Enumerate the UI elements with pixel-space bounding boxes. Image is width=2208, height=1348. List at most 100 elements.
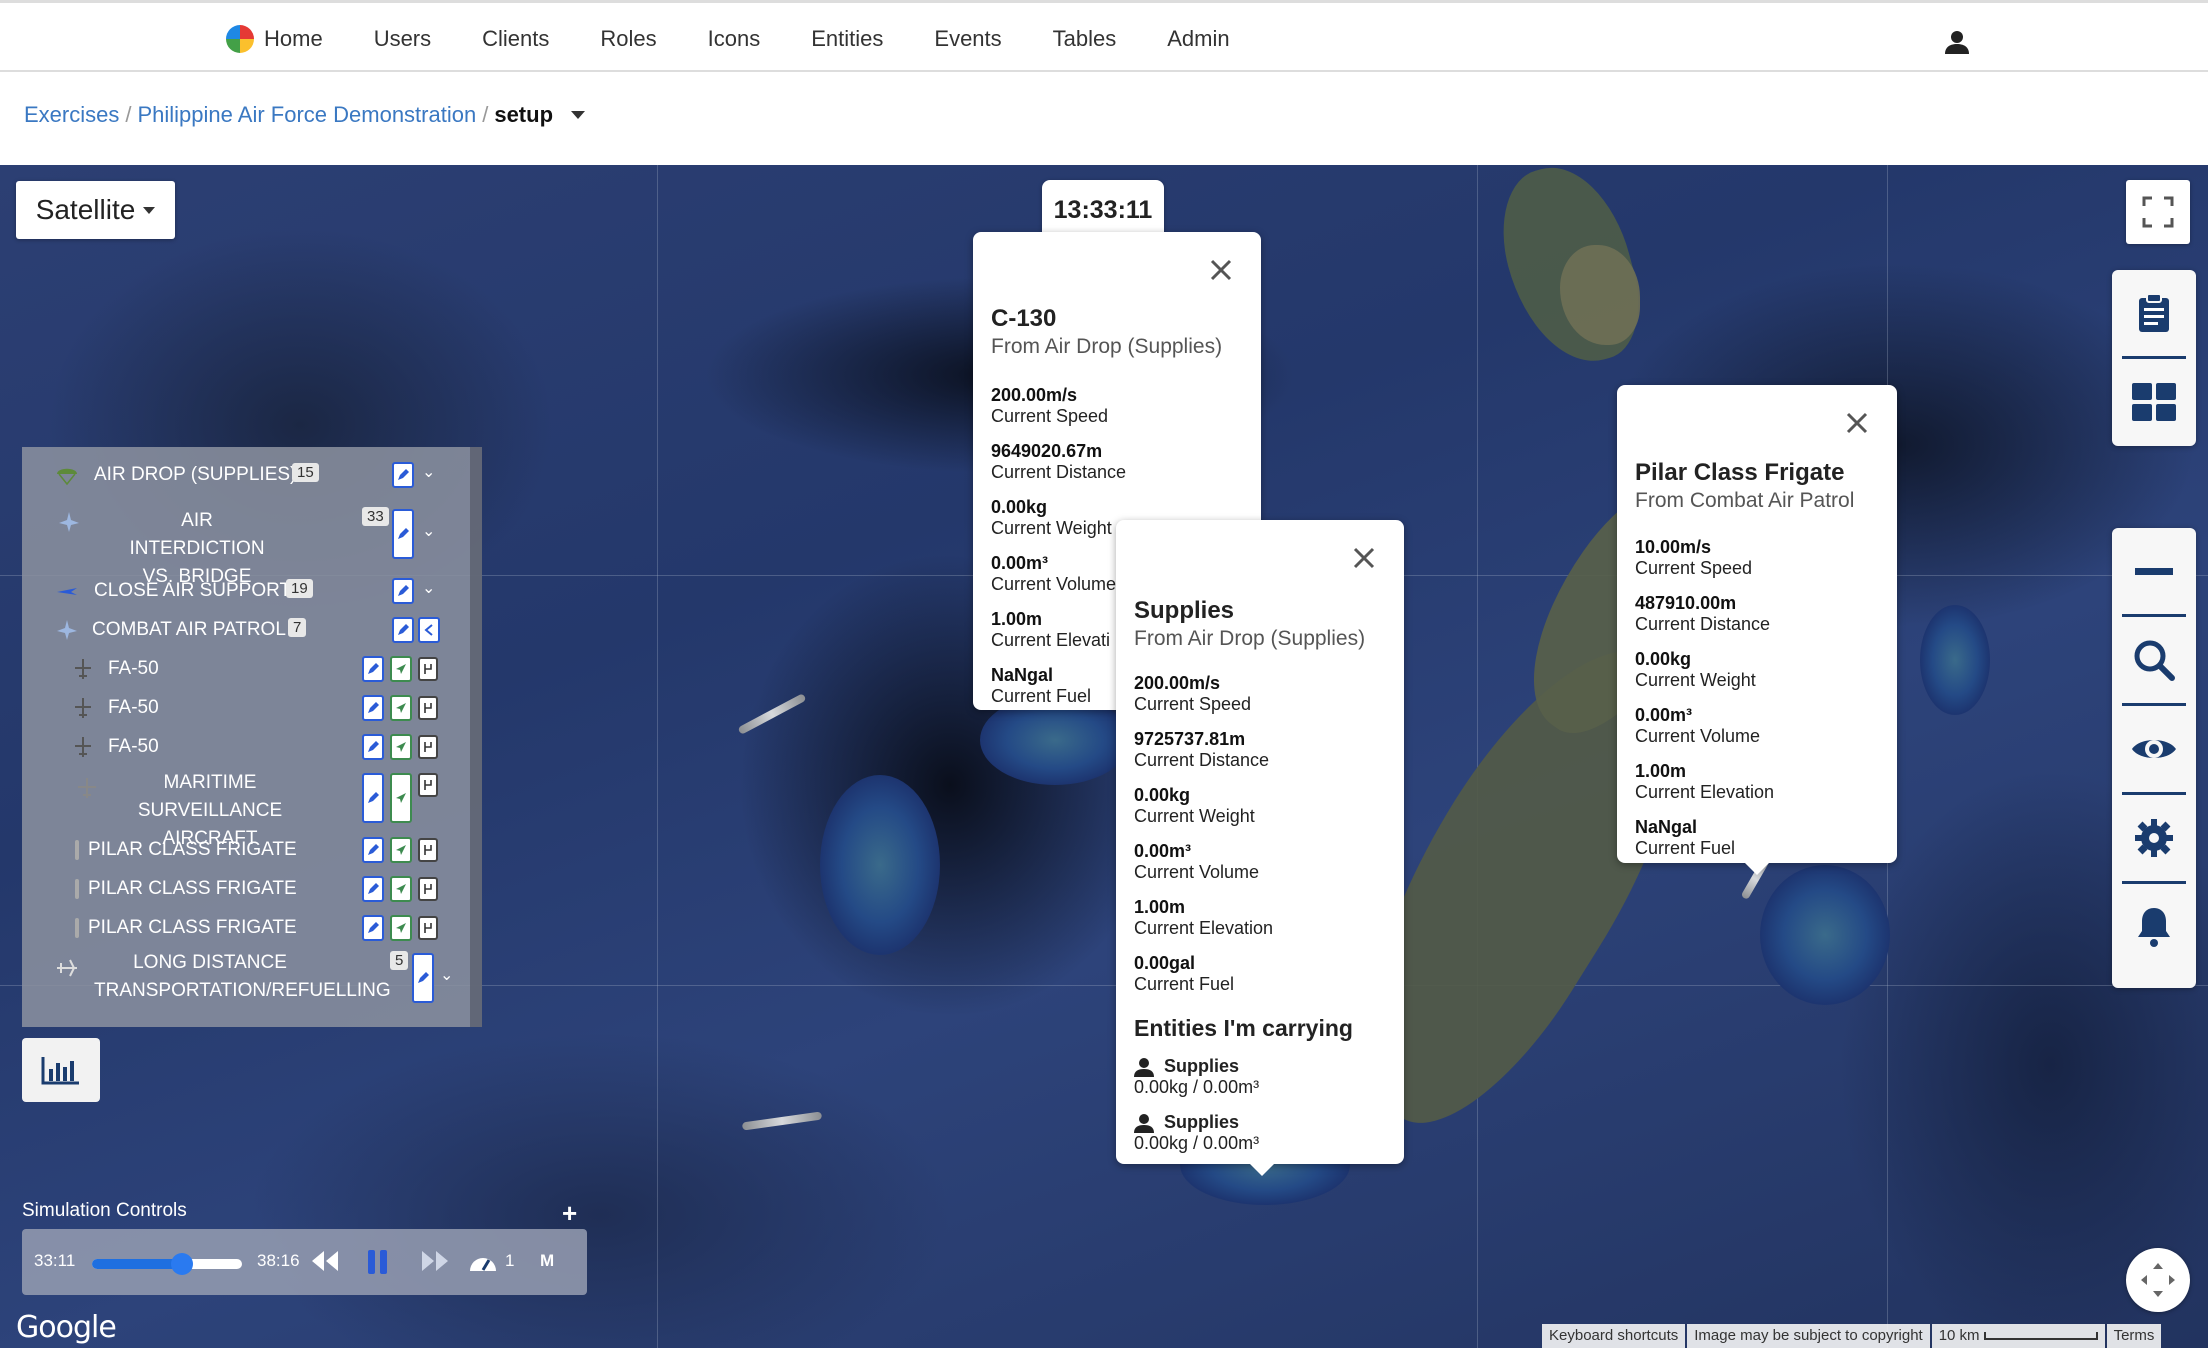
breadcrumb-dropdown-caret-icon[interactable] — [571, 111, 586, 119]
entity-row[interactable]: FA-50 — [22, 651, 462, 687]
statistics-button[interactable] — [22, 1038, 100, 1102]
route-button[interactable] — [390, 695, 412, 721]
edit-button[interactable] — [362, 773, 384, 823]
nav-home[interactable]: Home — [226, 25, 323, 53]
add-icon[interactable]: + — [562, 1198, 577, 1229]
edit-button[interactable] — [392, 509, 414, 559]
layer-group-close-air-support[interactable]: CLOSE AIR SUPPORT 19 ⌄ — [22, 573, 462, 609]
ship-icon — [75, 918, 79, 938]
jet-icon — [57, 588, 77, 595]
route-button[interactable] — [390, 876, 412, 902]
branch-button[interactable] — [418, 877, 438, 901]
layer-group-combat-air-patrol[interactable]: COMBAT AIR PATROL 7 — [22, 612, 462, 648]
breadcrumb-exercises[interactable]: Exercises — [24, 102, 119, 128]
zoom-out-button[interactable] — [2122, 528, 2186, 617]
search-button[interactable] — [2122, 617, 2186, 706]
entity-row[interactable]: MARITIME SURVEILLANCE AIRCRAFT — [22, 769, 462, 849]
dashboard-button[interactable] — [2122, 359, 2186, 445]
close-icon[interactable] — [1845, 411, 1869, 435]
branch-button[interactable] — [418, 916, 438, 940]
ship-marker[interactable] — [741, 1111, 823, 1131]
branch-button[interactable] — [418, 696, 438, 720]
terms-link[interactable]: Terms — [2106, 1324, 2162, 1348]
carrying-heading: Entities I'm carrying — [1134, 1015, 1353, 1041]
carried-entity[interactable]: Supplies 0.00kg / 0.00m³ — [1134, 1112, 1386, 1154]
branch-icon — [424, 845, 432, 855]
nav-admin[interactable]: Admin — [1167, 26, 1229, 52]
route-button[interactable] — [390, 773, 412, 823]
pencil-icon — [368, 741, 379, 752]
edit-button[interactable] — [412, 953, 434, 1003]
keyboard-shortcuts-link[interactable]: Keyboard shortcuts — [1542, 1324, 1686, 1348]
clipboard-button[interactable] — [2122, 270, 2186, 359]
timeline-slider[interactable] — [92, 1253, 242, 1275]
edit-button[interactable] — [362, 734, 384, 760]
stat-label: Current Distance — [991, 462, 1127, 482]
right-toolbar-bottom — [2112, 528, 2196, 988]
route-button[interactable] — [390, 837, 412, 863]
rewind-icon[interactable] — [310, 1249, 340, 1273]
send-icon — [396, 664, 406, 674]
branch-button[interactable] — [418, 773, 438, 797]
visibility-button[interactable] — [2122, 706, 2186, 795]
collapse-button[interactable] — [418, 617, 440, 643]
nav-roles[interactable]: Roles — [600, 26, 656, 52]
nav-users[interactable]: Users — [374, 26, 431, 52]
layer-group-air-interdiction[interactable]: AIR INTERDICTION VS. BRIDGE 33 ⌄ — [22, 507, 462, 587]
breadcrumb: Exercises / Philippine Air Force Demonst… — [24, 102, 586, 128]
edit-button[interactable] — [362, 876, 384, 902]
route-button[interactable] — [390, 656, 412, 682]
entity-popup-supplies: Supplies From Air Drop (Supplies) 200.00… — [1116, 520, 1404, 1164]
chevron-down-icon[interactable]: ⌄ — [422, 521, 435, 541]
edit-button[interactable] — [392, 462, 414, 488]
nav-menu: Home Users Clients Roles Icons Entities … — [226, 25, 1281, 53]
pause-icon[interactable] — [366, 1249, 390, 1275]
timeline-handle[interactable] — [171, 1253, 193, 1275]
stat-fuel: 0.00gal Current Fuel — [1134, 953, 1386, 995]
speedometer-icon[interactable] — [468, 1249, 498, 1275]
edit-button[interactable] — [362, 915, 384, 941]
notifications-button[interactable] — [2122, 884, 2186, 970]
layer-group-label: COMBAT AIR PATROL — [92, 619, 286, 640]
mode-toggle[interactable]: M — [540, 1251, 554, 1271]
chevron-down-icon[interactable]: ⌄ — [422, 578, 435, 598]
nav-icons[interactable]: Icons — [708, 26, 761, 52]
close-icon[interactable] — [1352, 546, 1376, 570]
settings-button[interactable] — [2122, 795, 2186, 884]
chevron-down-icon[interactable]: ⌄ — [422, 462, 435, 482]
layer-group-long-distance[interactable]: LONG DISTANCE TRANSPORTATION/REFUELLING … — [22, 949, 462, 1007]
nav-home-label: Home — [264, 26, 323, 51]
entity-row[interactable]: PILAR CLASS FRIGATE — [22, 871, 462, 907]
branch-button[interactable] — [418, 838, 438, 862]
entity-row[interactable]: PILAR CLASS FRIGATE — [22, 910, 462, 946]
branch-button[interactable] — [418, 735, 438, 759]
breadcrumb-exercise[interactable]: Philippine Air Force Demonstration — [137, 102, 476, 128]
close-icon[interactable] — [1209, 258, 1233, 282]
chevron-down-icon[interactable]: ⌄ — [440, 965, 453, 985]
nav-events[interactable]: Events — [934, 26, 1001, 52]
edit-button[interactable] — [392, 617, 414, 643]
user-icon[interactable] — [1944, 29, 1970, 55]
entity-row[interactable]: PILAR CLASS FRIGATE — [22, 832, 462, 868]
branch-button[interactable] — [418, 657, 438, 681]
entity-row[interactable]: FA-50 — [22, 729, 462, 765]
edit-button[interactable] — [362, 695, 384, 721]
ship-marker[interactable] — [737, 693, 807, 735]
edit-button[interactable] — [392, 578, 414, 604]
layer-group-air-drop[interactable]: AIR DROP (SUPPLIES) 15 ⌄ — [22, 457, 462, 493]
route-button[interactable] — [390, 915, 412, 941]
fast-forward-icon[interactable] — [420, 1249, 450, 1273]
nav-tables[interactable]: Tables — [1053, 26, 1117, 52]
edit-button[interactable] — [362, 656, 384, 682]
fullscreen-button[interactable] — [2126, 180, 2190, 244]
carried-entity[interactable]: Supplies 0.00kg / 0.00m³ — [1134, 1056, 1386, 1098]
nav-clients[interactable]: Clients — [482, 26, 549, 52]
edit-button[interactable] — [362, 837, 384, 863]
map-type-select[interactable]: Satellite — [16, 181, 175, 239]
nav-entities[interactable]: Entities — [811, 26, 883, 52]
scale-label: 10 km — [1938, 1327, 1980, 1344]
pencil-icon — [398, 469, 409, 480]
entity-row[interactable]: FA-50 — [22, 690, 462, 726]
recenter-button[interactable] — [2126, 1248, 2190, 1312]
route-button[interactable] — [390, 734, 412, 760]
